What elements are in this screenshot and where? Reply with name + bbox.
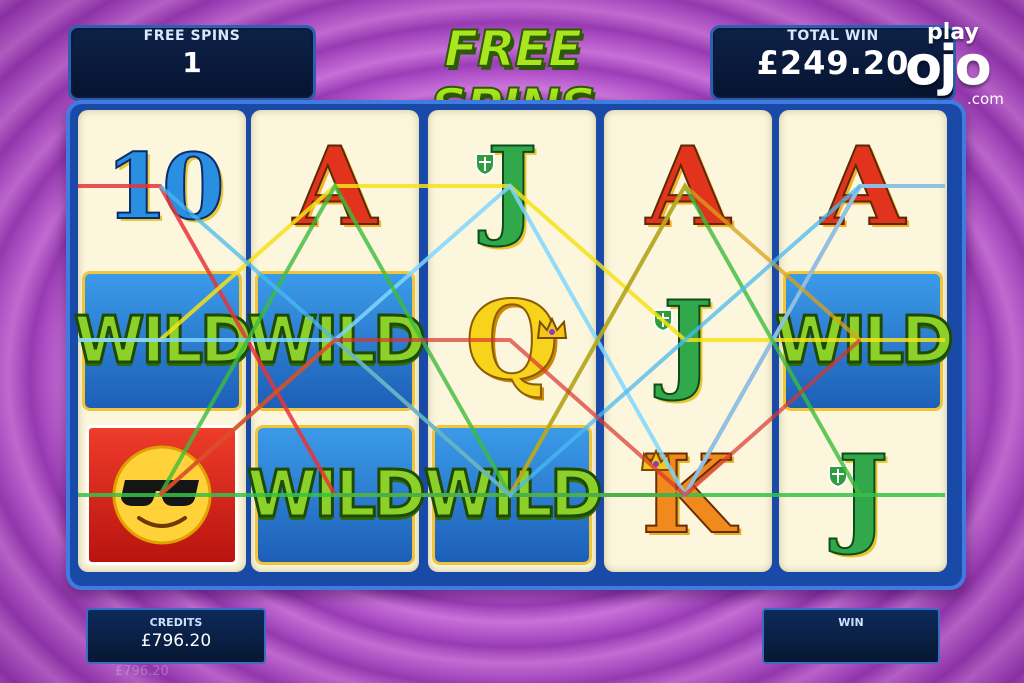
reel-2-symbol-1: A	[251, 110, 419, 264]
reel-4-symbol-3: K	[604, 418, 772, 572]
wild-symbol: WILD	[773, 271, 956, 411]
reel-2: A WILD WILD	[245, 110, 428, 572]
reel-3-symbol-2: Q	[428, 264, 596, 418]
free-spins-counter: FREE SPINS 1	[68, 25, 316, 101]
credits-label: CREDITS	[149, 616, 203, 629]
wild-symbol: WILD	[245, 425, 428, 565]
reel-2-symbol-3: WILD	[245, 418, 428, 572]
reel-4-symbol-2: J	[604, 264, 772, 418]
credits-ghost-reflection: £796.20	[115, 664, 169, 679]
crown-icon	[536, 316, 568, 339]
symbol-ten: 10	[104, 134, 225, 240]
credits-panel: CREDITS £796.20	[86, 608, 266, 664]
reel-3-symbol-3: WILD	[422, 418, 605, 572]
shield-icon	[475, 153, 495, 176]
reel-3-symbol-1: J	[428, 110, 596, 264]
reel-1-symbol-3	[78, 418, 246, 572]
wild-text: WILD	[245, 457, 427, 534]
win-panel: WIN	[762, 608, 940, 664]
crown-icon	[640, 448, 672, 471]
win-label: WIN	[838, 616, 864, 629]
free-spins-title: FREE SPINS	[429, 19, 596, 137]
wild-symbol: WILD	[422, 425, 605, 565]
reel-1-symbol-2: WILD	[72, 264, 255, 418]
reel-1-symbol-1: 10	[78, 110, 246, 264]
symbol-ace: A	[292, 124, 378, 250]
wild-text: WILD	[773, 303, 955, 380]
reel-5-symbol-1: A	[779, 110, 947, 264]
symbol-ace: A	[645, 124, 731, 250]
reel-3: J Q WILD	[422, 110, 605, 572]
symbol-jack: J	[661, 278, 714, 404]
reel-5-symbol-3: J	[779, 418, 947, 572]
reel-5: A WILD J	[773, 110, 956, 572]
symbol-jack: J	[836, 432, 889, 558]
shield-icon	[653, 309, 673, 332]
logo-com-text: .com	[967, 90, 1004, 108]
wild-text: WILD	[422, 457, 604, 534]
shield-icon	[828, 465, 848, 488]
wild-symbol: WILD	[72, 271, 255, 411]
reel-2-symbol-2: WILD	[245, 264, 428, 418]
wild-symbol: WILD	[245, 271, 428, 411]
free-spins-value: 1	[182, 46, 202, 79]
wild-text: WILD	[245, 303, 427, 380]
reel-4-symbol-1: A	[604, 110, 772, 264]
reel-1: 10 WILD	[72, 110, 255, 572]
sunglasses-smiley-icon	[86, 425, 238, 565]
free-spins-label: FREE SPINS	[143, 28, 241, 44]
logo-ojo-text: ojo	[905, 34, 992, 97]
playojo-logo: play ojo .com	[905, 20, 1015, 110]
symbol-jack: J	[485, 124, 538, 250]
symbol-ace: A	[820, 124, 906, 250]
reel-4: A J K	[604, 110, 772, 572]
wild-text: WILD	[72, 303, 254, 380]
reel-5-symbol-2: WILD	[773, 264, 956, 418]
credits-value: £796.20	[140, 631, 212, 651]
